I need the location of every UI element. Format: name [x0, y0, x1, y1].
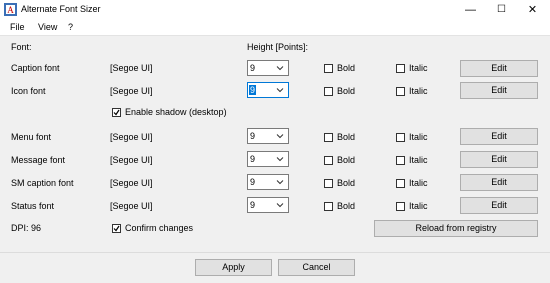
menu-help[interactable]: ?: [68, 22, 73, 32]
confirm-changes-checkbox[interactable]: [112, 224, 121, 233]
italic-checkbox[interactable]: [396, 179, 405, 188]
edit-button[interactable]: Edit: [460, 60, 538, 77]
font-face: [Segoe UI]: [110, 132, 153, 142]
chevron-down-icon: [276, 134, 284, 139]
confirm-changes-label: Confirm changes: [125, 223, 194, 233]
enable-shadow-label: Enable shadow (desktop): [125, 107, 227, 117]
row-label: Caption font: [11, 63, 60, 73]
svg-text:A: A: [7, 5, 14, 15]
size-combo[interactable]: 9: [247, 197, 289, 213]
italic-label: Italic: [409, 201, 428, 211]
edit-button[interactable]: Edit: [460, 128, 538, 145]
row-label: Icon font: [11, 86, 46, 96]
italic-checkbox[interactable]: [396, 133, 405, 142]
size-combo[interactable]: 9: [247, 60, 289, 76]
edit-button[interactable]: Edit: [460, 174, 538, 191]
size-combo[interactable]: 9: [247, 82, 289, 98]
bold-checkbox[interactable]: [324, 156, 333, 165]
chevron-down-icon: [276, 66, 284, 71]
row-label: Status font: [11, 201, 55, 211]
font-face: [Segoe UI]: [110, 178, 153, 188]
italic-label: Italic: [409, 132, 428, 142]
checkmark-icon: [113, 225, 120, 232]
cancel-button[interactable]: Cancel: [278, 259, 355, 276]
app-icon: A: [4, 3, 17, 16]
row-label: Menu font: [11, 132, 52, 142]
reload-button[interactable]: Reload from registry: [374, 220, 538, 237]
checkmark-icon: [113, 109, 120, 116]
chevron-down-icon: [276, 203, 284, 208]
bold-label: Bold: [337, 132, 356, 142]
bold-label: Bold: [337, 63, 356, 73]
window-title: Alternate Font Sizer: [21, 4, 101, 14]
font-face: [Segoe UI]: [110, 155, 153, 165]
menu-file[interactable]: File: [10, 22, 25, 32]
chevron-down-icon: [276, 180, 284, 185]
italic-label: Italic: [409, 155, 428, 165]
close-button[interactable]: ✕: [517, 0, 548, 21]
size-combo[interactable]: 9: [247, 151, 289, 167]
menu-view[interactable]: View: [38, 22, 57, 32]
chevron-down-icon: [276, 88, 284, 93]
font-face: [Segoe UI]: [110, 201, 153, 211]
italic-checkbox[interactable]: [396, 87, 405, 96]
italic-checkbox[interactable]: [396, 64, 405, 73]
edit-button[interactable]: Edit: [460, 151, 538, 168]
bold-label: Bold: [337, 201, 356, 211]
minimize-button[interactable]: —: [455, 0, 486, 21]
italic-label: Italic: [409, 86, 428, 96]
edit-button[interactable]: Edit: [460, 82, 538, 99]
apply-button[interactable]: Apply: [195, 259, 272, 276]
size-combo[interactable]: 9: [247, 174, 289, 190]
bold-label: Bold: [337, 86, 356, 96]
font-face: [Segoe UI]: [110, 63, 153, 73]
chevron-down-icon: [276, 157, 284, 162]
bold-checkbox[interactable]: [324, 64, 333, 73]
bold-checkbox[interactable]: [324, 179, 333, 188]
dpi-label: DPI: 96: [11, 223, 42, 233]
font-header: Font:: [11, 42, 32, 52]
app-window: A Alternate Font Sizer — ☐ ✕ File View ?…: [0, 0, 550, 283]
bold-label: Bold: [337, 178, 356, 188]
edit-button[interactable]: Edit: [460, 197, 538, 214]
maximize-button[interactable]: ☐: [486, 0, 517, 21]
bold-checkbox[interactable]: [324, 202, 333, 211]
row-label: Message font: [11, 155, 66, 165]
menu-bar: File View ?: [0, 21, 550, 36]
italic-label: Italic: [409, 178, 428, 188]
footer: Apply Cancel: [0, 252, 550, 283]
size-combo[interactable]: 9: [247, 128, 289, 144]
bold-checkbox[interactable]: [324, 133, 333, 142]
bold-label: Bold: [337, 155, 356, 165]
title-bar: A Alternate Font Sizer — ☐ ✕: [0, 0, 550, 21]
row-label: SM caption font: [11, 178, 74, 188]
bold-checkbox[interactable]: [324, 87, 333, 96]
italic-checkbox[interactable]: [396, 156, 405, 165]
italic-label: Italic: [409, 63, 428, 73]
height-header: Height [Points]:: [247, 42, 309, 52]
italic-checkbox[interactable]: [396, 202, 405, 211]
enable-shadow-checkbox[interactable]: [112, 108, 121, 117]
font-face: [Segoe UI]: [110, 86, 153, 96]
